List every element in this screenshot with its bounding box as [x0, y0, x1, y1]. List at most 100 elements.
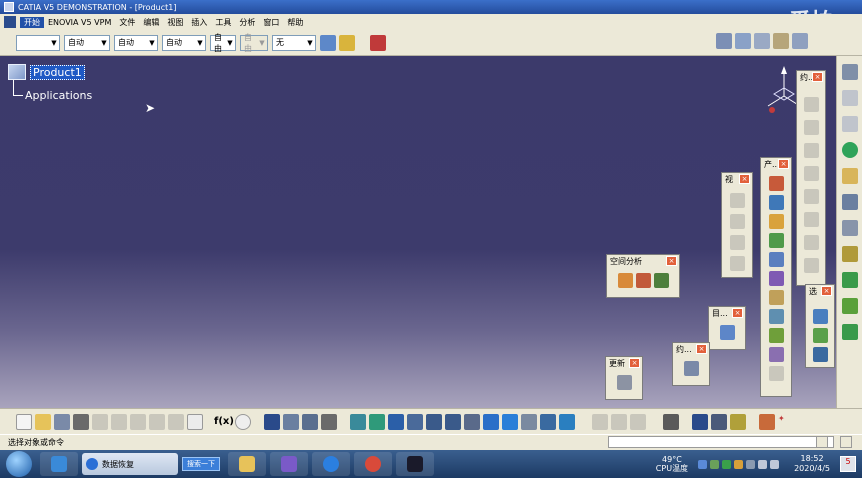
menu-file[interactable]: 文件 — [115, 17, 139, 28]
fix-component-icon[interactable] — [803, 189, 819, 204]
print-icon[interactable] — [73, 413, 89, 430]
security-icon[interactable] — [722, 459, 732, 469]
fit-all-icon[interactable] — [369, 413, 385, 430]
close-icon[interactable]: × — [732, 308, 743, 318]
undo-icon[interactable] — [149, 413, 165, 430]
network-status-icon[interactable] — [758, 459, 768, 469]
analysis-tool-icon[interactable] — [611, 413, 627, 430]
update-icon[interactable] — [616, 375, 632, 390]
fast-multi-instantiation-icon[interactable] — [768, 347, 784, 362]
point-symbol-combo[interactable]: 自由 ▼ — [210, 33, 236, 53]
axis-icon[interactable] — [735, 33, 751, 49]
panel-header[interactable]: 约... × — [797, 71, 825, 83]
panel-header[interactable]: 目... × — [709, 307, 745, 319]
pointer-icon[interactable] — [841, 168, 858, 184]
simulation-icon[interactable] — [841, 272, 858, 288]
contact-constraint-icon[interactable] — [803, 120, 819, 135]
component-icon[interactable] — [768, 176, 784, 191]
knowledge-icon[interactable] — [235, 413, 251, 430]
menu-analysis[interactable]: 分析 — [235, 17, 259, 28]
painter-icon[interactable] — [320, 34, 336, 51]
save-icon[interactable] — [54, 413, 70, 430]
taskbar-task-recovery[interactable]: 数据恢复 — [82, 453, 178, 475]
open-icon[interactable] — [35, 413, 51, 430]
clash-icon[interactable] — [617, 273, 633, 288]
bom-icon[interactable] — [768, 309, 784, 324]
view-tool-icon[interactable] — [729, 193, 745, 208]
menu-tools[interactable]: 工具 — [211, 17, 235, 28]
close-icon[interactable]: × — [629, 358, 640, 368]
command-history-button[interactable] — [816, 436, 828, 448]
spec-tree-root[interactable]: Product1 — [8, 64, 85, 80]
line-type-combo[interactable]: 自动 ▼ — [162, 34, 206, 51]
close-icon[interactable]: × — [739, 174, 750, 184]
tree-node-applications[interactable]: Applications — [25, 89, 92, 102]
fix-together-icon[interactable] — [803, 212, 819, 227]
multi-view-icon[interactable] — [483, 413, 499, 430]
copy-icon[interactable] — [111, 413, 127, 430]
green-badge-icon[interactable] — [841, 142, 858, 158]
tree-root-label[interactable]: Product1 — [30, 64, 85, 80]
paste-icon[interactable] — [130, 413, 146, 430]
zoom-out-icon[interactable] — [445, 413, 461, 430]
light-icon[interactable] — [841, 246, 858, 262]
new-icon[interactable] — [16, 413, 32, 430]
annotation-icon[interactable] — [841, 298, 858, 314]
fly-mode-icon[interactable] — [350, 413, 366, 430]
panel-header[interactable]: 视 × — [722, 173, 752, 185]
start-button[interactable] — [6, 451, 32, 477]
analysis-tool-icon[interactable] — [630, 413, 646, 430]
taskbar-app-catia[interactable] — [396, 452, 434, 476]
grid-icon[interactable] — [759, 413, 775, 430]
view-tool-icon[interactable] — [729, 214, 745, 229]
measure-item-icon[interactable] — [711, 413, 727, 430]
catalog-table-icon[interactable] — [264, 413, 280, 430]
graph-tree-icon[interactable] — [768, 271, 784, 286]
swap-visible-icon[interactable] — [559, 413, 575, 430]
catalog-icon[interactable] — [370, 34, 386, 51]
replace-component-icon[interactable] — [768, 252, 784, 267]
panel-header[interactable]: 选 × — [806, 285, 834, 297]
quick-constraint-icon[interactable] — [803, 235, 819, 250]
taskbar-search-button[interactable]: 搜索一下 — [182, 457, 220, 471]
close-icon[interactable]: × — [666, 256, 677, 266]
measure-icon[interactable] — [716, 33, 732, 49]
view-tool-icon[interactable] — [729, 256, 745, 271]
zoom-in-icon[interactable] — [426, 413, 442, 430]
scene-icon[interactable] — [812, 309, 828, 324]
redo-icon[interactable] — [168, 413, 184, 430]
assembly-icon[interactable] — [302, 413, 318, 430]
formula-icon[interactable]: f(x) — [214, 416, 234, 427]
chevron-up-icon[interactable] — [746, 459, 756, 469]
existing-component-icon[interactable] — [768, 233, 784, 248]
notification-badge[interactable]: 5 — [840, 456, 856, 472]
hand-icon[interactable] — [773, 33, 789, 49]
rotate-view-icon[interactable] — [407, 413, 423, 430]
offset-constraint-icon[interactable] — [803, 143, 819, 158]
close-icon[interactable]: × — [696, 344, 707, 354]
zoom-area-icon[interactable] — [841, 220, 858, 236]
taskbar-app-ie[interactable] — [312, 452, 350, 476]
tools-icon[interactable] — [792, 33, 808, 49]
close-icon[interactable]: × — [778, 159, 789, 169]
flexible-icon[interactable] — [803, 258, 819, 273]
close-icon[interactable]: × — [821, 286, 832, 296]
whats-this-icon[interactable] — [187, 413, 203, 430]
menu-enovia[interactable]: ENOVIA V5 VPM — [44, 18, 115, 27]
taskbar-app-network[interactable] — [270, 452, 308, 476]
tree-expand-icon[interactable] — [283, 413, 299, 430]
command-list-button[interactable] — [840, 436, 852, 448]
menu-help[interactable]: 帮助 — [283, 17, 307, 28]
render-style-combo[interactable]: 自由 ▼ — [240, 33, 268, 53]
angle-constraint-icon[interactable] — [803, 166, 819, 181]
menu-edit[interactable]: 编辑 — [139, 17, 163, 28]
taskbar-app-explorer[interactable] — [228, 452, 266, 476]
view-tool-icon[interactable] — [729, 235, 745, 250]
manage-representations-icon[interactable] — [768, 366, 784, 381]
constraint-icon[interactable] — [683, 361, 699, 376]
axis-system-icon[interactable] — [841, 116, 858, 132]
select-icon[interactable] — [841, 64, 858, 80]
tray-app-icon[interactable] — [734, 459, 744, 469]
close-icon[interactable]: × — [812, 72, 823, 82]
cut-icon[interactable] — [92, 413, 108, 430]
